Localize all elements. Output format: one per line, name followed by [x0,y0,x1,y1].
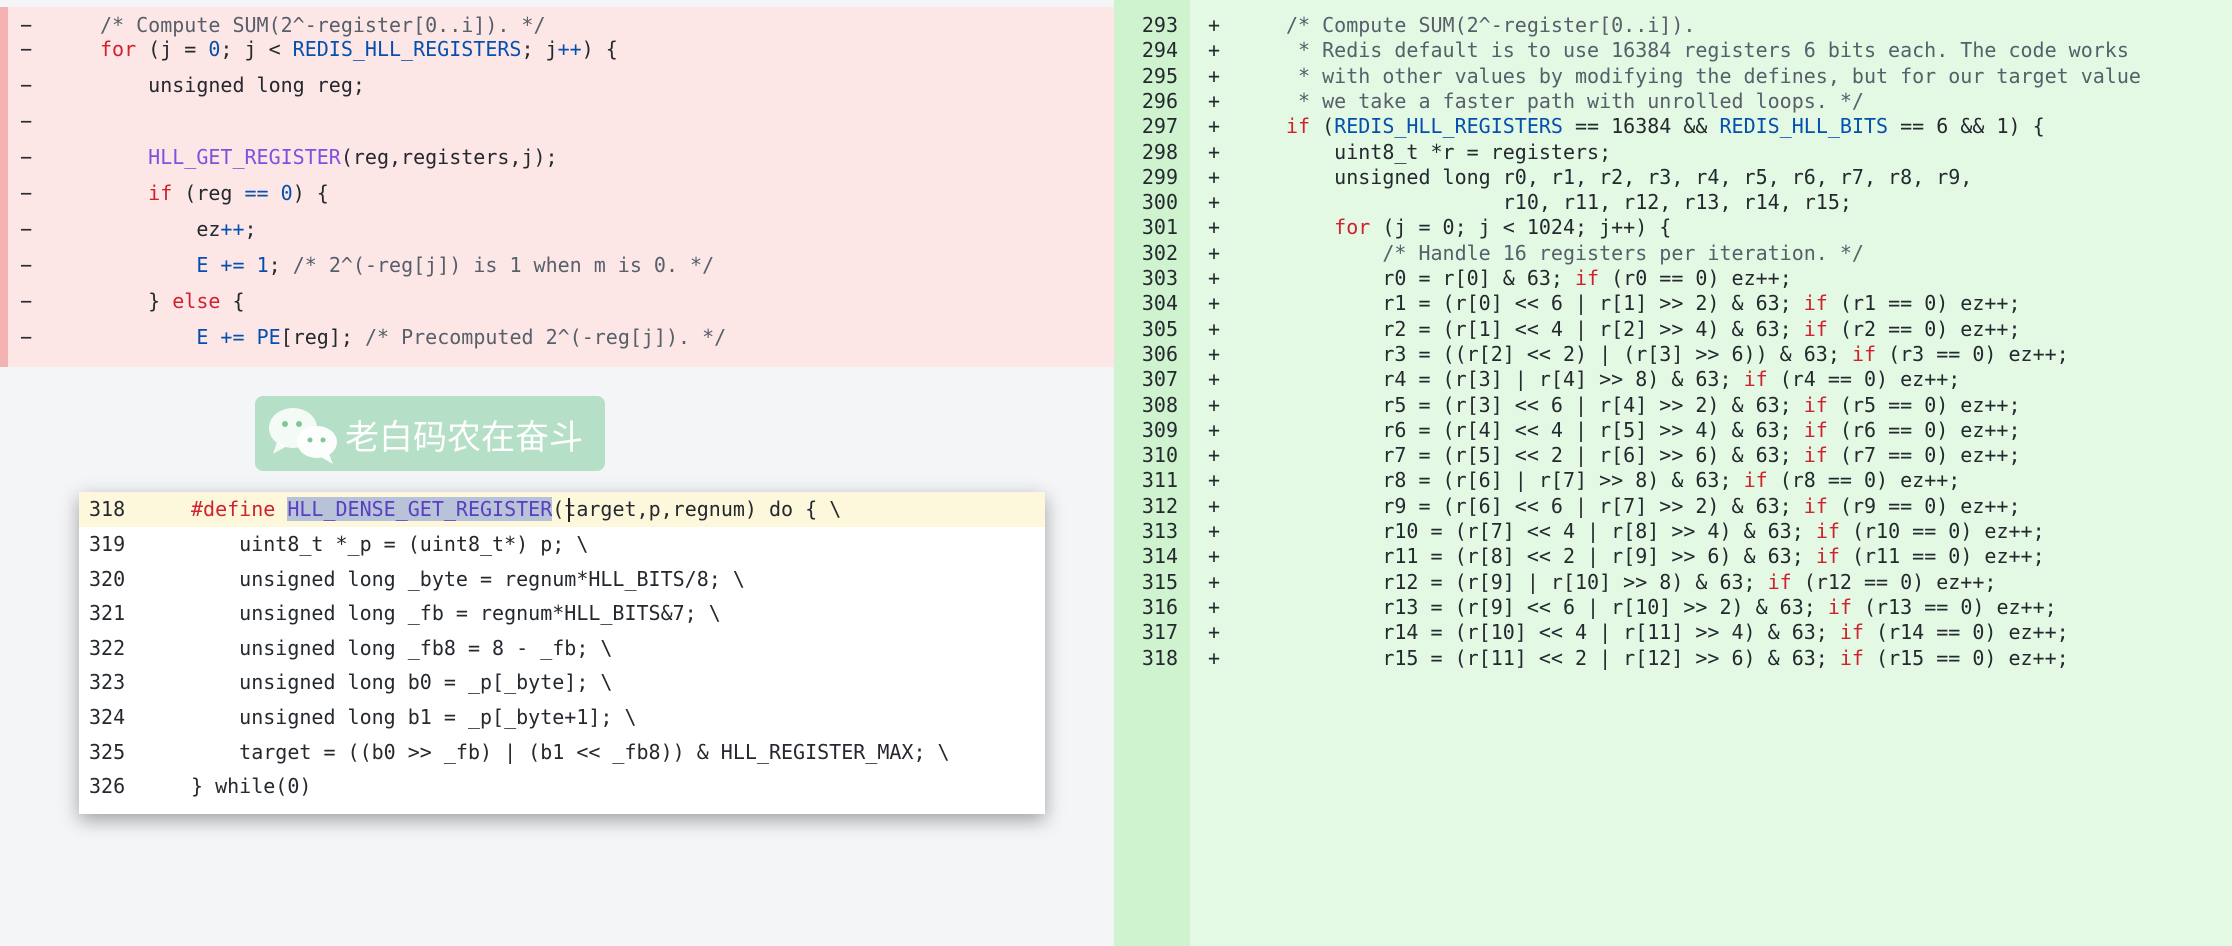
code-text: unsigned long reg; [100,73,365,97]
popup-code-text: uint8_t *_p = (uint8_t*) p; \ [191,532,589,556]
popup-code-text: unsigned long b0 = _p[_byte]; \ [191,670,613,695]
diff-sign: + [1208,645,1221,670]
popup-code-line: 324 unsigned long b1 = _p[_byte+1]; \ [79,700,1045,735]
popup-code-text: unsigned long _byte = regnum*HLL_BITS/8;… [191,566,745,591]
code-text: E += 1; /* 2^(-reg[j]) is 1 when m is 0.… [196,253,715,277]
popup-code-text: target = ((b0 >> _fb) | (b1 << _fb8)) & … [191,739,950,764]
popup-code-line: 320 unsigned long _byte = regnum*HLL_BIT… [79,562,1045,597]
code-text: HLL_GET_REGISTER(reg,registers,j); [148,145,558,169]
popup-code-line: 321 unsigned long _fb = regnum*HLL_BITS&… [79,596,1045,631]
code-text: E += PE[reg]; /* Precomputed 2^(-reg[j])… [196,325,727,349]
popup-code-text: } while(0) [191,774,312,799]
definition-peek-popup: 318 #define HLL_DENSE_GET_REGISTER(targe… [79,492,1045,814]
wechat-watermark: 老白码农在奋斗 [255,396,605,471]
code-text: ez++; [100,217,257,241]
added-code-pane: 293 +/* Compute SUM(2^-register[0..i]). 29… [1114,0,2232,946]
popup-line-number: 318 [89,497,126,521]
popup-code-line: 322 unsigned long _fb8 = 8 - _fb; \ [79,631,1045,666]
popup-code-text: unsigned long _fb8 = 8 - _fb; \ [191,635,613,660]
wechat-icon [269,408,337,464]
popup-define-line: 318 #define HLL_DENSE_GET_REGISTER(targe… [79,492,1045,527]
popup-line-number: 321 [89,601,126,626]
line-number: 318 [1141,645,1178,670]
popup-line-number: 324 [89,705,126,729]
popup-define-code: #define HLL_DENSE_GET_REGISTER(target,p,… [191,492,841,527]
deleted-code-pane: −/* Compute SUM(2^-register[0..i]). */ −… [0,7,1114,367]
popup-line-number: 320 [89,566,126,591]
code-text: r15 = (r[11] << 2 | r[12] >> 6) & 63; if… [1286,645,2069,670]
popup-code-text: unsigned long _fb = regnum*HLL_BITS&7; \ [191,601,721,626]
popup-code-text: unsigned long b1 = _p[_byte+1]; \ [191,705,637,729]
code-text: } else { [100,289,245,313]
selected-symbol[interactable]: HLL_DENSE_GET_REGISTER [287,497,553,521]
define-keyword: #define [191,497,276,521]
define-params: (target,p,regnum) do { \ [552,497,842,521]
code-text: for (j = 0; j < REDIS_HLL_REGISTERS; j++… [100,37,618,61]
popup-code-line: 319 uint8_t *_p = (uint8_t*) p; \ [79,527,1045,562]
popup-code-line: 323 unsigned long b0 = _p[_byte]; \ [79,665,1045,700]
popup-line-number: 325 [89,739,126,764]
text-cursor [568,498,570,522]
popup-line-number: 323 [89,670,126,695]
popup-line-number: 326 [89,774,126,799]
code-text: if (reg == 0) { [148,181,329,205]
popup-line-number: 319 [89,532,126,556]
popup-line-number: 322 [89,635,126,660]
popup-code-line: 326 } while(0) [79,769,1045,804]
watermark-text: 老白码农在奋斗 [345,418,583,458]
popup-code-line: 325 target = ((b0 >> _fb) | (b1 << _fb8)… [79,735,1045,770]
